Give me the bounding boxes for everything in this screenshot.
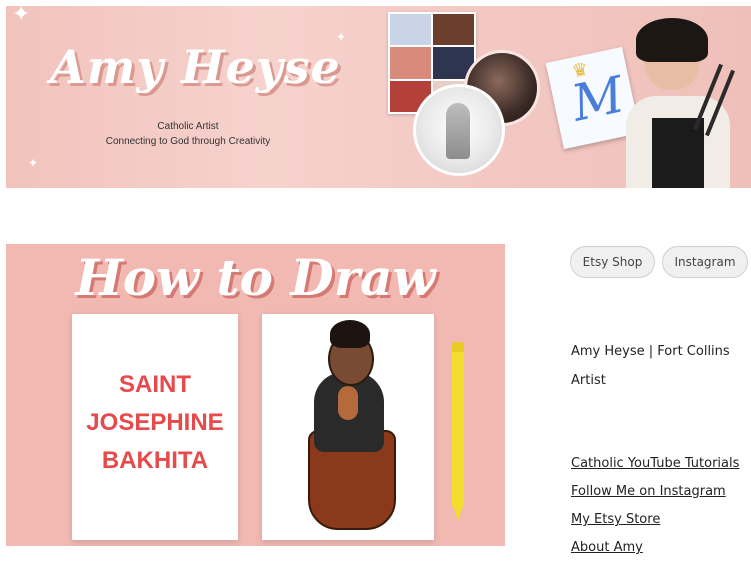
saint-name-line2: JOSEPHINE	[86, 409, 224, 436]
about-line2: Artist	[571, 373, 606, 388]
saint-name-line1: SAINT	[119, 371, 191, 398]
title-card: SAINT JOSEPHINE BAKHITA	[72, 314, 238, 540]
sparkle-icon: ✦	[12, 6, 31, 27]
featured-post-image[interactable]: How to Draw SAINT JOSEPHINE BAKHITA	[6, 244, 505, 546]
sidebar-links: Catholic YouTube Tutorials Follow Me on …	[571, 450, 751, 562]
about-text: Amy Heyse | Fort Collins Artist	[571, 337, 751, 395]
saint-name: SAINT JOSEPHINE BAKHITA	[72, 366, 238, 480]
instagram-link[interactable]: Follow Me on Instagram	[571, 478, 751, 506]
about-line1: Amy Heyse | Fort Collins	[571, 344, 730, 359]
sparkle-icon: ✦	[28, 156, 39, 170]
etsy-store-link[interactable]: My Etsy Store	[571, 506, 751, 534]
saint-drawing-image	[300, 320, 400, 534]
etsy-shop-button[interactable]: Etsy Shop	[570, 246, 655, 278]
drawing-card	[262, 314, 434, 540]
pencil-icon	[452, 342, 464, 522]
instagram-button[interactable]: Instagram	[662, 246, 748, 278]
about-amy-link[interactable]: About Amy	[571, 534, 751, 562]
saint-name-line3: BAKHITA	[101, 447, 209, 474]
header-banner: ✦ ✦ ✦ Amy Heyse Catholic Artist Connecti…	[6, 6, 751, 188]
post-title: How to Draw	[75, 248, 436, 307]
sketch-drawing-image	[413, 84, 505, 176]
banner-subtitle-line2: Connecting to God through Creativity	[105, 136, 271, 147]
banner-subtitle: Catholic Artist Connecting to God throug…	[88, 119, 288, 149]
monogram-icon: M	[566, 65, 629, 133]
banner-subtitle-line1: Catholic Artist	[157, 121, 219, 132]
banner-title: Amy Heyse	[50, 40, 341, 94]
youtube-tutorials-link[interactable]: Catholic YouTube Tutorials	[571, 450, 751, 478]
